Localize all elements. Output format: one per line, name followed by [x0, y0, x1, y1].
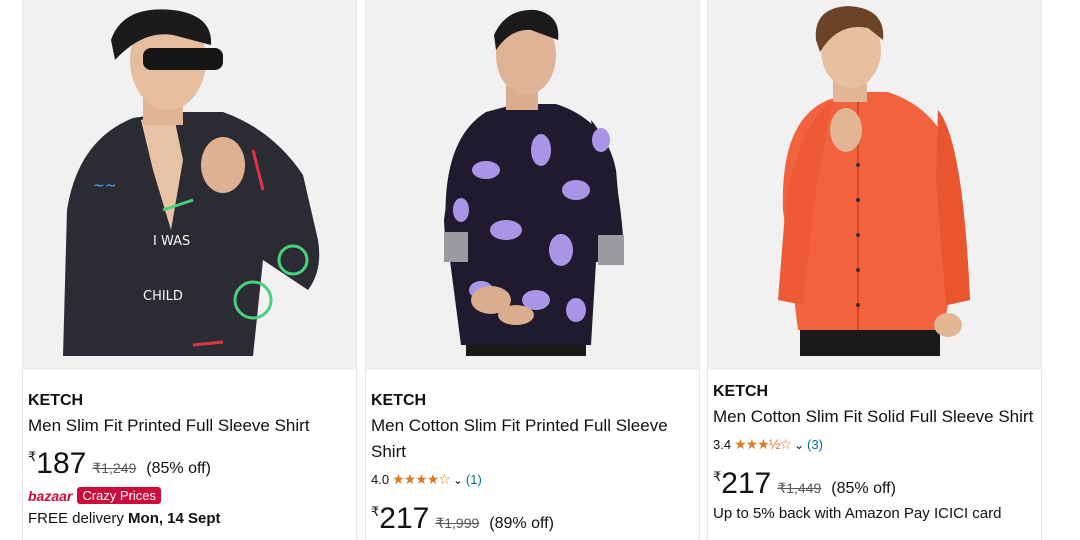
delivery-prefix: FREE delivery: [28, 510, 129, 527]
product-image[interactable]: [708, 0, 1041, 370]
chevron-down-icon[interactable]: ⌄: [794, 438, 804, 452]
review-count-link[interactable]: (3): [807, 437, 823, 452]
delivery-date: Mon, 14 Sept: [128, 510, 221, 527]
svg-text:CHILD: CHILD: [143, 289, 183, 304]
cashback-offer: Up to 5% back with Amazon Pay ICICI card: [713, 505, 1002, 522]
currency-symbol: ₹: [713, 469, 722, 484]
star-rating-icon[interactable]: ★★★★☆: [392, 471, 451, 488]
mrp-price: ₹1,999: [435, 515, 480, 531]
crazy-prices-badge: Crazy Prices: [77, 487, 162, 504]
product-card[interactable]: KETCH Men Cotton Slim Fit Printed Full S…: [365, 0, 700, 540]
discount-percent: (85% off): [146, 460, 211, 477]
price-value: 217: [721, 467, 772, 500]
price-value: 187: [36, 447, 87, 480]
product-image[interactable]: ~~ I WAS CHILD: [23, 0, 356, 370]
product-title[interactable]: Men Slim Fit Printed Full Sleeve Shirt: [28, 413, 351, 439]
mrp-price: ₹1,449: [777, 480, 822, 496]
rating-value: 4.0: [371, 472, 390, 487]
price-row[interactable]: ₹ 217 ₹1,999 (89% off): [371, 502, 694, 536]
chevron-down-icon[interactable]: ⌄: [453, 473, 463, 487]
delivery-info: FREE delivery Mon, 14 Sept: [28, 510, 351, 527]
svg-text:~~: ~~: [93, 178, 116, 194]
currency-symbol: ₹: [371, 504, 380, 519]
mrp-price: ₹1,249: [92, 460, 137, 476]
product-card[interactable]: KETCH Men Cotton Slim Fit Solid Full Sle…: [707, 0, 1042, 540]
star-rating-icon[interactable]: ★★★½☆: [734, 436, 792, 453]
rating-row[interactable]: 3.4 ★★★½☆ ⌄ (3): [713, 436, 1036, 453]
product-brand: KETCH: [713, 383, 769, 400]
product-image[interactable]: [366, 0, 699, 370]
review-count-link[interactable]: (1): [466, 472, 482, 487]
rating-value: 3.4: [713, 437, 732, 452]
product-brand: KETCH: [28, 392, 84, 409]
price-row[interactable]: ₹ 187 ₹1,249 (85% off): [28, 447, 351, 481]
currency-symbol: ₹: [28, 449, 37, 464]
product-title[interactable]: Men Cotton Slim Fit Solid Full Sleeve Sh…: [713, 404, 1036, 430]
svg-text:I WAS: I WAS: [153, 234, 190, 249]
discount-percent: (89% off): [489, 515, 554, 532]
product-brand: KETCH: [371, 392, 427, 409]
product-card[interactable]: ~~ I WAS CHILD KETCH Men Slim Fit Printe…: [22, 0, 357, 540]
deal-badge-row: bazaar Crazy Prices: [28, 487, 351, 504]
discount-percent: (85% off): [831, 480, 896, 497]
price-value: 217: [379, 502, 430, 535]
product-title[interactable]: Men Cotton Slim Fit Printed Full Sleeve …: [371, 413, 694, 465]
rating-row[interactable]: 4.0 ★★★★☆ ⌄ (1): [371, 471, 694, 488]
price-row[interactable]: ₹ 217 ₹1,449 (85% off): [713, 467, 1036, 501]
bazaar-logo: bazaar: [28, 487, 73, 504]
